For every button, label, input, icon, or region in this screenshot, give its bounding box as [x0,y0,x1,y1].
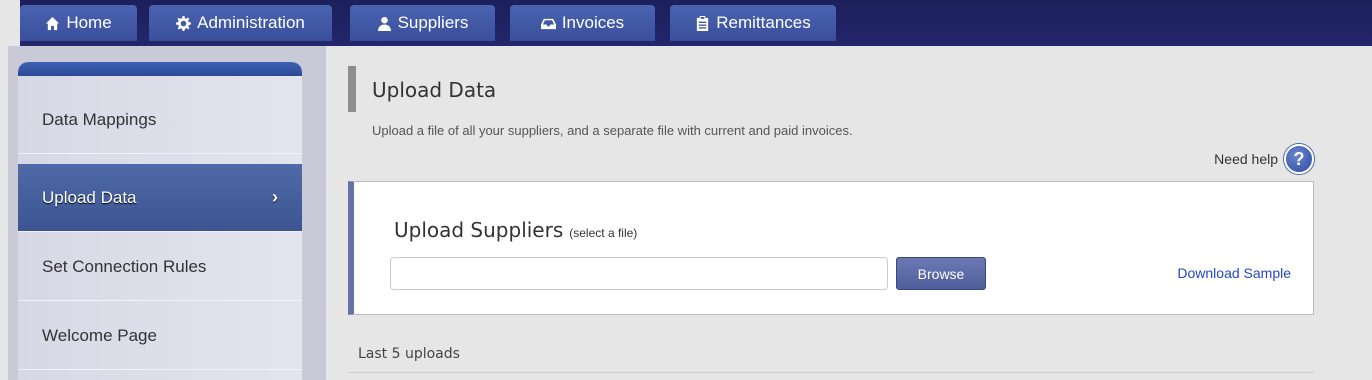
page-subtitle: Upload a file of all your suppliers, and… [372,123,853,138]
browse-button[interactable]: Browse [896,257,986,290]
upload-suppliers-card: Upload Suppliers (select a file) Browse D… [348,181,1314,315]
clipboard-icon [697,15,709,31]
gear-icon [176,15,192,31]
question-icon[interactable]: ? [1284,144,1314,174]
sidebar-item-label: Data Mappings [42,109,157,129]
chevron-right-icon: › [272,187,278,207]
help-link[interactable]: Need help ? [1214,144,1314,174]
tab-invoices[interactable]: Invoices [510,5,655,41]
tab-remittances[interactable]: Remittances [670,5,836,41]
title-accent-bar [348,66,356,112]
upload-suppliers-title: Upload Suppliers (select a file) [394,218,637,242]
user-icon [377,16,391,31]
sidebar-item-label: Set Connection Rules [42,256,207,276]
tab-home-label: Home [66,13,112,32]
tab-remittances-label: Remittances [716,13,811,32]
nav-left-strip [0,0,20,46]
top-navigation: Home Administration Suppliers Invoices R… [0,0,1372,46]
sidebar-item-label: Upload Data [42,187,137,207]
main-content: Upload Data Upload a file of all your su… [326,46,1372,380]
tab-invoices-label: Invoices [561,13,625,32]
tab-home[interactable]: Home [20,5,137,41]
download-sample-link[interactable]: Download Sample [1177,265,1291,281]
divider [348,372,1314,373]
home-icon [46,16,60,30]
tab-administration[interactable]: Administration [149,5,332,41]
sidebar-item-label: Welcome Page [42,325,157,345]
page-title: Upload Data [372,78,497,102]
last-uploads-heading: Last 5 uploads [358,346,460,362]
file-path-input[interactable] [390,257,888,290]
upload-hint: (select a file) [569,226,638,240]
sidebar-item-set-connection-rules[interactable]: Set Connection Rules [18,233,302,301]
sidebar-item-upload-data[interactable]: Upload Data › [18,164,302,232]
sidebar-item-data-mappings[interactable]: Data Mappings [18,86,302,154]
upload-title-text: Upload Suppliers [394,218,564,242]
help-label: Need help [1214,151,1278,167]
inbox-icon [540,18,556,29]
sidebar-header-bar [18,62,302,76]
tab-suppliers[interactable]: Suppliers [350,5,495,41]
tab-administration-label: Administration [197,13,305,32]
sidebar-menu: Data Mappings Upload Data › Set Connecti… [18,62,302,380]
sidebar: Data Mappings Upload Data › Set Connecti… [8,46,326,380]
sidebar-item-welcome-page[interactable]: Welcome Page [18,302,302,370]
tab-suppliers-label: Suppliers [397,13,469,32]
